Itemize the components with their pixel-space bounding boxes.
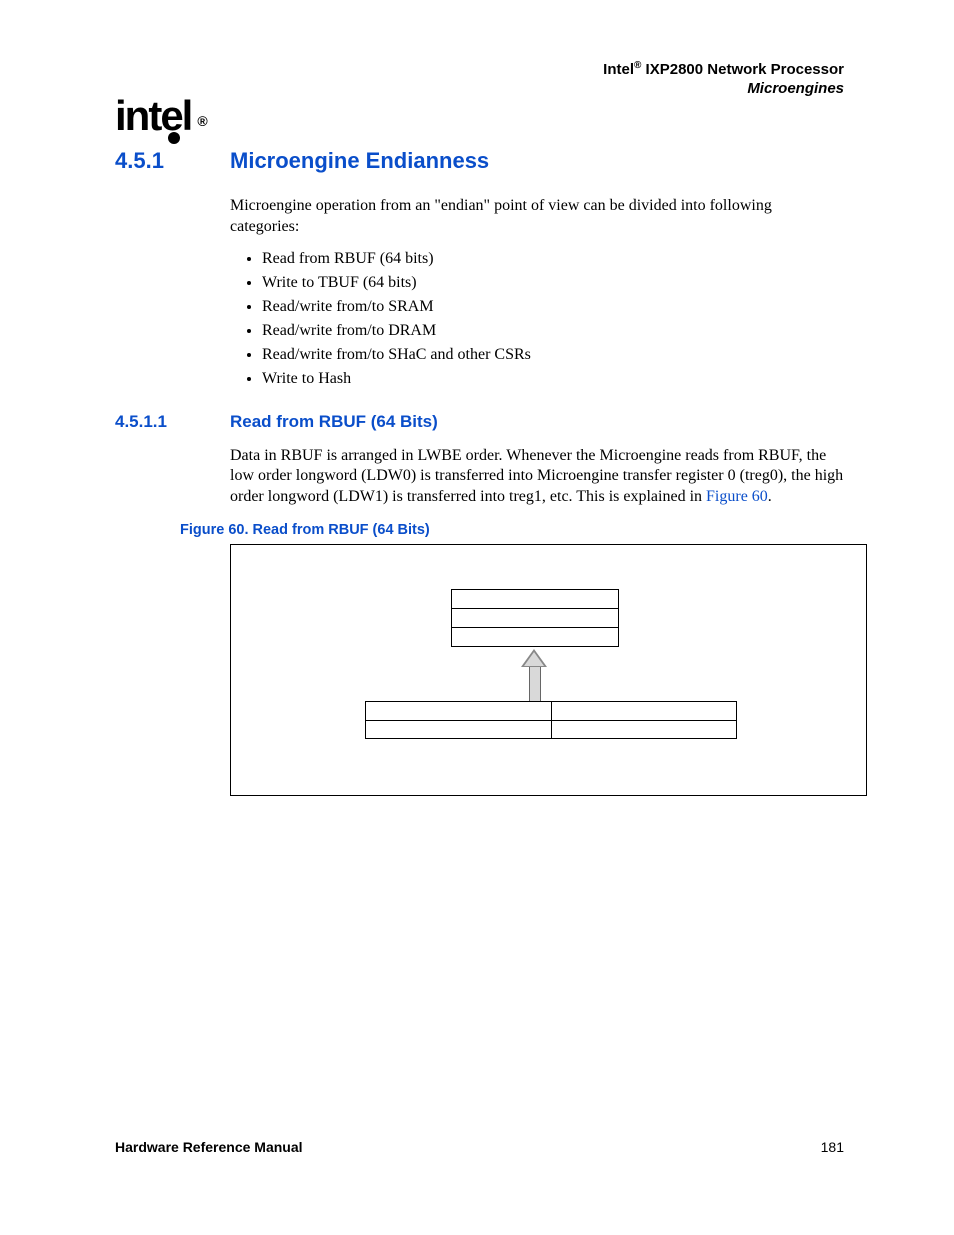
table-row bbox=[452, 627, 618, 646]
bullet-list: Read from RBUF (64 bits) Write to TBUF (… bbox=[230, 250, 844, 388]
table-row bbox=[366, 720, 736, 738]
heading-title: Read from RBUF (64 Bits) bbox=[230, 412, 438, 432]
figure-link[interactable]: Figure 60 bbox=[706, 488, 768, 505]
arrow-up-icon bbox=[521, 649, 547, 699]
heading-number: 4.5.1.1 bbox=[115, 412, 230, 432]
list-item: Read/write from/to SRAM bbox=[262, 298, 844, 316]
section-body: Microengine operation from an "endian" p… bbox=[230, 196, 844, 388]
figure-upper-table bbox=[451, 589, 619, 647]
paragraph: Data in RBUF is arranged in LWBE order. … bbox=[230, 446, 844, 508]
list-item: Write to Hash bbox=[262, 370, 844, 388]
page-footer: Hardware Reference Manual 181 bbox=[115, 1139, 844, 1155]
paragraph-tail: . bbox=[768, 488, 772, 505]
figure-caption: Figure 60. Read from RBUF (64 Bits) bbox=[180, 522, 844, 538]
footer-page-number: 181 bbox=[821, 1139, 844, 1155]
header-section: Microengines bbox=[603, 80, 844, 99]
figure-lower-table bbox=[365, 701, 737, 739]
table-row bbox=[366, 702, 736, 720]
intro-paragraph: Microengine operation from an "endian" p… bbox=[230, 196, 844, 238]
list-item: Read/write from/to DRAM bbox=[262, 322, 844, 340]
heading-4-5-1: 4.5.1 Microengine Endianness bbox=[115, 148, 844, 174]
list-item: Read/write from/to SHaC and other CSRs bbox=[262, 346, 844, 364]
logo-text: int bbox=[115, 92, 160, 139]
list-item: Read from RBUF (64 bits) bbox=[262, 250, 844, 268]
logo-tail: el bbox=[160, 92, 191, 140]
page-header: Intel® IXP2800 Network Processor Microen… bbox=[603, 60, 844, 99]
heading-number: 4.5.1 bbox=[115, 148, 230, 174]
header-brand: Intel bbox=[603, 61, 634, 78]
heading-title: Microengine Endianness bbox=[230, 148, 489, 174]
heading-4-5-1-1: 4.5.1.1 Read from RBUF (64 Bits) bbox=[115, 412, 844, 432]
content: 4.5.1 Microengine Endianness Microengine… bbox=[115, 148, 844, 796]
table-row bbox=[452, 590, 618, 608]
figure-60 bbox=[230, 544, 867, 796]
footer-label: Hardware Reference Manual bbox=[115, 1139, 303, 1155]
logo-reg: ® bbox=[197, 113, 205, 129]
page: Intel ® IXP2800 Network Processor Microen… bbox=[0, 0, 954, 1235]
intel-logo: intel ® bbox=[115, 92, 206, 140]
list-item: Write to TBUF (64 bits) bbox=[262, 274, 844, 292]
header-product: IXP2800 Network Processor bbox=[641, 61, 844, 78]
logo-dot-icon bbox=[168, 132, 180, 144]
table-row bbox=[452, 608, 618, 627]
subsection-body: Data in RBUF is arranged in LWBE order. … bbox=[230, 446, 844, 508]
